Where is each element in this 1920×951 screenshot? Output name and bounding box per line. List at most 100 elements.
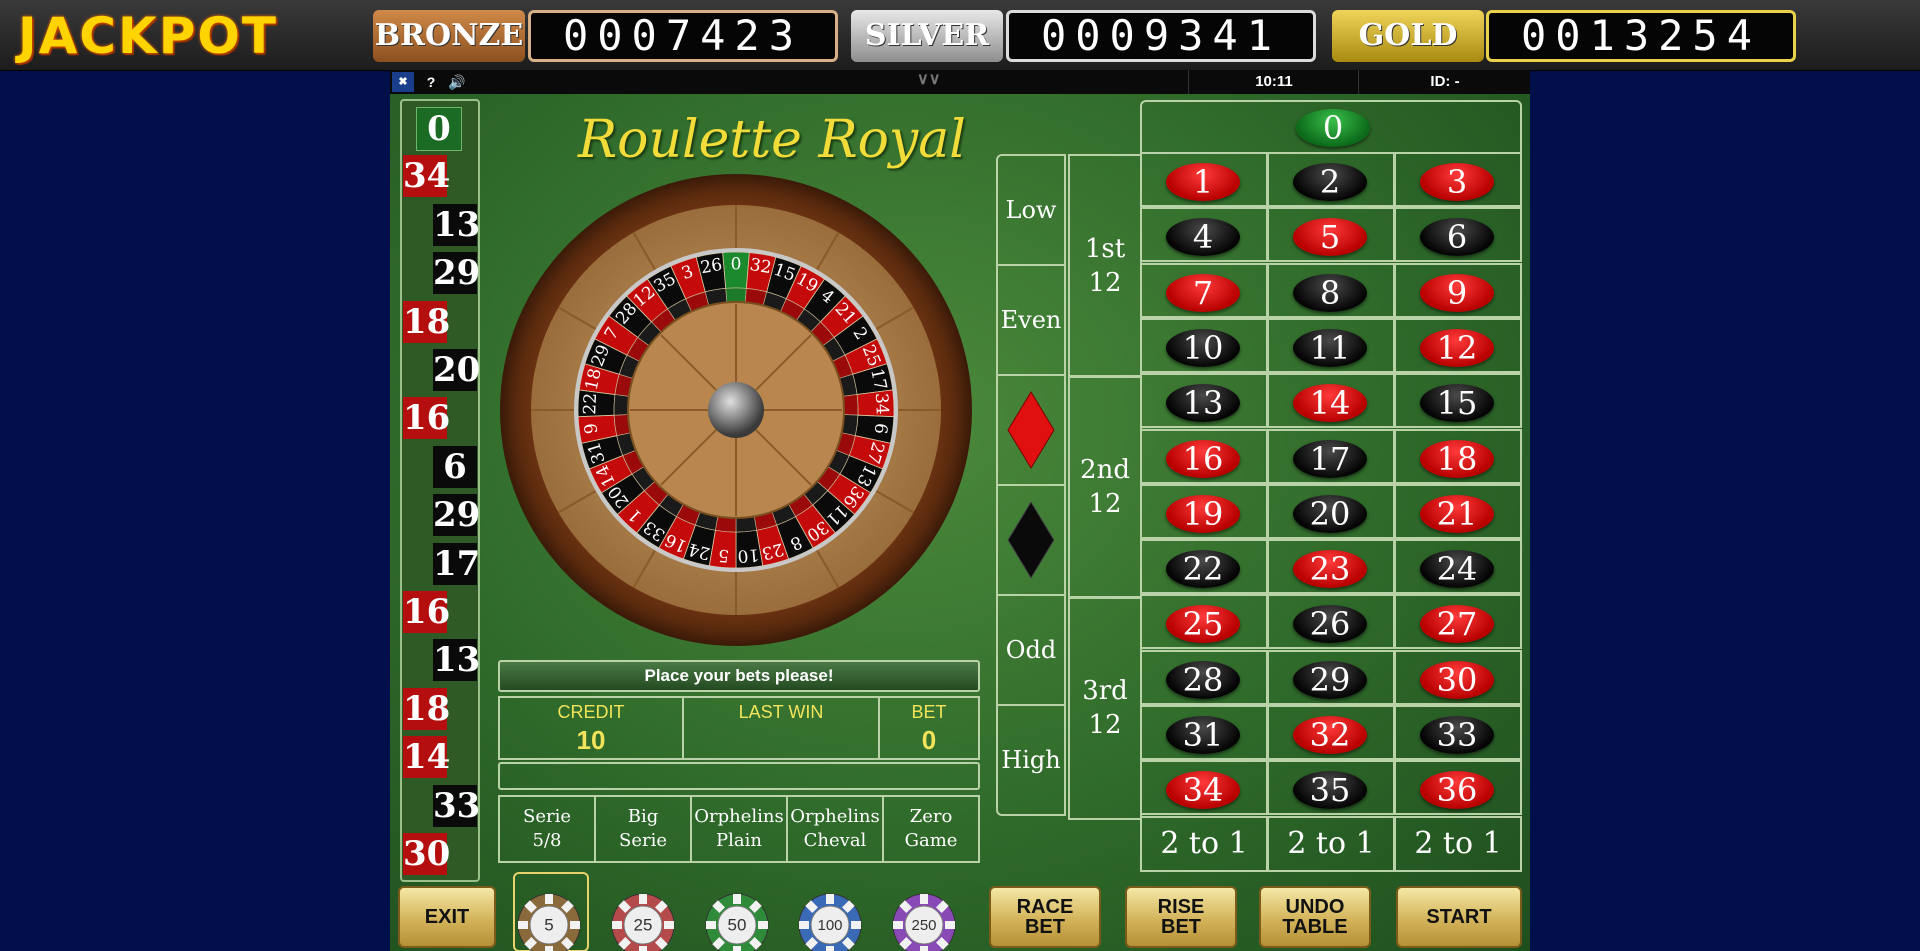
number-cell-0[interactable]: 0	[1140, 100, 1522, 154]
bet-even[interactable]: Even	[996, 264, 1066, 376]
number-cell-25[interactable]: 25	[1140, 594, 1268, 650]
chip-stripe	[570, 921, 580, 929]
special-bet-button[interactable]: Zero Game	[884, 797, 978, 861]
number-cell-17[interactable]: 17	[1267, 428, 1395, 484]
race-bet-button[interactable]: RACE BET	[989, 886, 1101, 948]
chip-stripe	[758, 921, 768, 929]
special-bet-button[interactable]: Orphelins Cheval	[788, 797, 884, 861]
number-cell-14[interactable]: 14	[1267, 373, 1395, 429]
number-cell-7[interactable]: 7	[1140, 262, 1268, 318]
number-cell-32[interactable]: 32	[1267, 705, 1395, 760]
undo-table-button[interactable]: UNDO TABLE	[1259, 886, 1371, 948]
bet-red[interactable]	[996, 374, 1066, 486]
bet-high[interactable]: High	[996, 704, 1066, 816]
start-button[interactable]: START	[1396, 886, 1522, 948]
dozen-bet-3[interactable]: 3rd 12	[1068, 596, 1142, 820]
number-cell-24[interactable]: 24	[1394, 539, 1522, 595]
number-cell-21[interactable]: 21	[1394, 483, 1522, 539]
dozen-bet-2[interactable]: 2nd 12	[1068, 375, 1142, 599]
number-cell-5[interactable]: 5	[1267, 207, 1395, 263]
number-oval-34: 34	[1166, 771, 1240, 810]
dozen-label: 12	[1088, 268, 1122, 298]
special-bet-button[interactable]: Big Serie	[596, 797, 692, 861]
number-cell-8[interactable]: 8	[1267, 262, 1395, 318]
number-cell-6[interactable]: 6	[1394, 207, 1522, 263]
number-cell-26[interactable]: 26	[1267, 594, 1395, 650]
number-oval-23: 23	[1293, 550, 1367, 589]
bet-low[interactable]: Low	[996, 154, 1066, 266]
chip-stripe	[545, 894, 553, 904]
dozen-bets: 1st 12 2nd 12 3rd 12	[1068, 154, 1142, 822]
chip-stripe	[733, 946, 741, 951]
number-cell-11[interactable]: 11	[1267, 317, 1395, 373]
number-cell-3[interactable]: 3	[1394, 152, 1522, 207]
wheel-slot	[725, 287, 747, 303]
uk-flag-icon[interactable]: ✖	[392, 72, 414, 92]
number-oval-16: 16	[1166, 439, 1240, 478]
number-cell-34[interactable]: 34	[1140, 760, 1268, 816]
number-cell-10[interactable]: 10	[1140, 317, 1268, 373]
exit-button[interactable]: EXIT	[398, 886, 496, 948]
chip-stripe	[639, 894, 647, 904]
number-cell-23[interactable]: 23	[1267, 539, 1395, 595]
number-cell-22[interactable]: 22	[1140, 539, 1268, 595]
chip-250[interactable]: 250	[891, 892, 957, 951]
number-cell-4[interactable]: 4	[1140, 207, 1268, 263]
number-cell-30[interactable]: 30	[1394, 649, 1522, 705]
dozen-bet-1[interactable]: 1st 12	[1068, 154, 1142, 378]
bet-odd[interactable]: Odd	[996, 594, 1066, 706]
history-number: 16	[403, 591, 451, 633]
number-cell-33[interactable]: 33	[1394, 705, 1522, 760]
number-oval-22: 22	[1166, 550, 1240, 589]
number-cell-15[interactable]: 15	[1394, 373, 1522, 429]
column-bet-3[interactable]: 2 to 1	[1394, 815, 1522, 872]
history-number: 33	[433, 784, 481, 827]
jackpot-title: JACKPOT	[18, 7, 278, 65]
chip-5[interactable]: 5	[516, 892, 582, 951]
number-cell-13[interactable]: 13	[1140, 373, 1268, 429]
number-cell-19[interactable]: 19	[1140, 483, 1268, 539]
chip-25[interactable]: 25	[610, 892, 676, 951]
column-bet-1[interactable]: 2 to 1	[1140, 815, 1268, 872]
number-cell-2[interactable]: 2	[1267, 152, 1395, 207]
chevron-down-icon[interactable]: ∨∨	[917, 70, 940, 90]
special-bet-label: Serie	[523, 806, 571, 827]
number-cell-18[interactable]: 18	[1394, 428, 1522, 484]
number-cell-35[interactable]: 35	[1267, 760, 1395, 816]
history-number: 30	[403, 833, 451, 875]
number-cell-28[interactable]: 28	[1140, 649, 1268, 705]
column-bet-2[interactable]: 2 to 1	[1267, 815, 1395, 872]
chip-50[interactable]: 50	[704, 892, 770, 951]
number-oval-9: 9	[1420, 273, 1494, 312]
sound-icon[interactable]: 🔊	[446, 72, 468, 92]
number-cell-27[interactable]: 27	[1394, 594, 1522, 650]
special-bet-button[interactable]: Orphelins Plain	[692, 797, 788, 861]
bet-value: 0	[921, 725, 937, 755]
number-cell-31[interactable]: 31	[1140, 705, 1268, 760]
number-cell-12[interactable]: 12	[1394, 317, 1522, 373]
chip-value: 25	[634, 915, 653, 934]
help-button[interactable]: ?	[420, 72, 442, 92]
number-cell-36[interactable]: 36	[1394, 760, 1522, 816]
number-oval-32: 32	[1293, 716, 1367, 754]
chip-stripe	[826, 946, 834, 951]
roulette-wheel: 0 321519421225173462713361130823105241633…	[500, 174, 972, 646]
number-cell-29[interactable]: 29	[1267, 649, 1395, 705]
special-bet-label: Big	[627, 806, 659, 827]
wheel-slot	[842, 394, 859, 416]
bet-black[interactable]	[996, 484, 1066, 596]
number-oval-10: 10	[1166, 328, 1240, 367]
number-cell-20[interactable]: 20	[1267, 483, 1395, 539]
rise-bet-button[interactable]: RISE BET	[1125, 886, 1237, 948]
chip-100[interactable]: 100	[797, 892, 863, 951]
number-cell-1[interactable]: 1	[1140, 152, 1268, 207]
number-cell-9[interactable]: 9	[1394, 262, 1522, 318]
number-oval-14: 14	[1293, 384, 1367, 423]
chip-stripe	[920, 894, 928, 904]
history-number: 34	[403, 155, 451, 198]
chip-value: 50	[728, 915, 747, 934]
special-bet-label: Orphelins	[790, 806, 880, 827]
wheel-number: 10	[737, 544, 760, 566]
special-bet-button[interactable]: Serie 5/8	[500, 797, 596, 861]
number-cell-16[interactable]: 16	[1140, 428, 1268, 484]
